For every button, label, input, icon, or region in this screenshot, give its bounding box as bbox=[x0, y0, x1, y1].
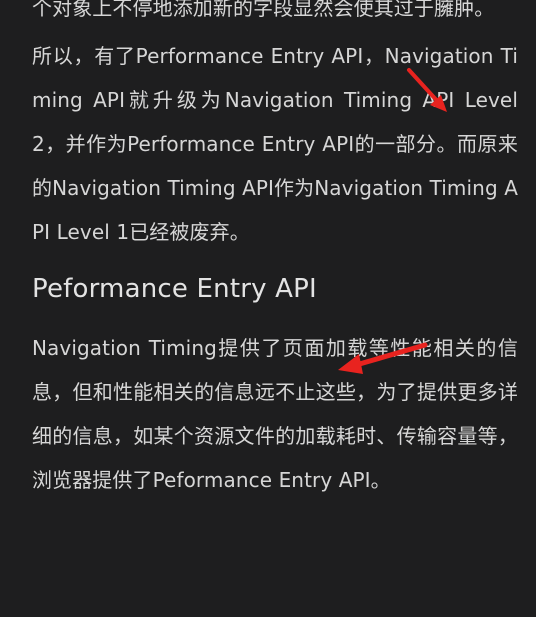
article-body: 个对象上不停地添加新的字段显然会使其过于臃肿。 所以，有了Performance… bbox=[32, 0, 518, 502]
paragraph-performance-entry-intro: 所以，有了Performance Entry API，Navigation Ti… bbox=[32, 44, 518, 244]
intro-paragraph: 个对象上不停地添加新的字段显然会使其过于臃肿。 bbox=[32, 0, 495, 20]
section-heading: Peformance Entry API bbox=[32, 274, 317, 304]
paragraph-navigation-timing: Navigation Timing提供了页面加载等性能相关的信息，但和性能相关的… bbox=[32, 336, 518, 492]
